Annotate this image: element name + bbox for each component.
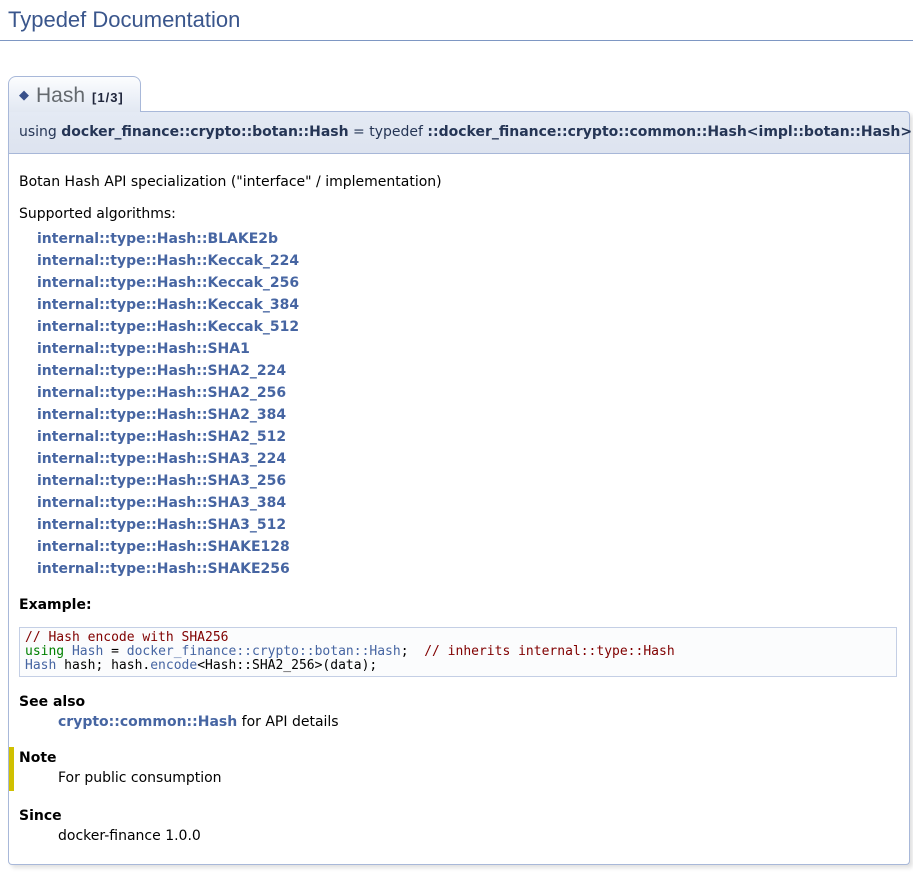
code-token: using (25, 644, 64, 659)
diamond-icon: ◆ (19, 87, 29, 102)
supported-algorithms-label: Supported algorithms: (19, 206, 897, 222)
member-tab-title: Hash (36, 84, 85, 107)
example-heading: Example: (19, 597, 897, 613)
algorithm-link[interactable]: internal::type::Hash::Keccak_384 (37, 294, 897, 316)
typedef-name: docker_finance::crypto::botan::Hash (61, 124, 348, 140)
see-also-section: See also crypto::common::Hash for API de… (19, 694, 897, 730)
using-keyword: using (19, 124, 61, 140)
algorithm-link[interactable]: internal::type::Hash::SHA3_256 (37, 470, 897, 492)
since-section: Since docker-finance 1.0.0 (19, 808, 897, 844)
code-token: <Hash::SHA2_256>(data); (197, 658, 377, 673)
member-overload-count: [1/3] (92, 90, 124, 105)
algorithm-link[interactable]: internal::type::Hash::SHA2_224 (37, 360, 897, 382)
typedef-target-type: ::docker_finance::crypto::common::Hash<i… (427, 124, 912, 140)
algorithm-link[interactable]: internal::type::Hash::SHA3_512 (37, 514, 897, 536)
algorithm-link[interactable]: internal::type::Hash::SHAKE256 (37, 558, 897, 580)
algorithm-link[interactable]: internal::type::Hash::SHAKE128 (37, 536, 897, 558)
algorithm-link[interactable]: internal::type::Hash::Keccak_512 (37, 316, 897, 338)
algorithm-link[interactable]: internal::type::Hash::Keccak_224 (37, 250, 897, 272)
since-text: docker-finance 1.0.0 (58, 828, 897, 844)
member-tab[interactable]: ◆ Hash [1/3] (8, 76, 141, 112)
algorithm-link[interactable]: internal::type::Hash::BLAKE2b (37, 228, 897, 250)
see-also-suffix: for API details (237, 714, 338, 730)
code-line: // Hash encode with SHA256 (25, 631, 891, 645)
algorithm-link[interactable]: internal::type::Hash::SHA1 (37, 338, 897, 360)
since-heading: Since (19, 808, 897, 824)
algorithm-link[interactable]: internal::type::Hash::SHA3_224 (37, 448, 897, 470)
page-title: Typedef Documentation (0, 0, 913, 41)
code-link[interactable]: Hash (72, 644, 103, 659)
algorithm-link[interactable]: internal::type::Hash::Keccak_256 (37, 272, 897, 294)
typedef-declaration: using docker_finance::crypto::botan::Has… (8, 111, 910, 154)
algorithm-link[interactable]: internal::type::Hash::SHA3_384 (37, 492, 897, 514)
member-item: using docker_finance::crypto::botan::Has… (8, 111, 910, 865)
algorithm-link[interactable]: internal::type::Hash::SHA2_256 (37, 382, 897, 404)
code-token: // Hash encode with SHA256 (25, 630, 229, 645)
equals-typedef: = typedef (349, 124, 428, 140)
code-token: hash; hash. (56, 658, 150, 673)
example-section: Example: (19, 597, 897, 613)
algorithm-list: internal::type::Hash::BLAKE2binternal::t… (37, 228, 897, 580)
code-fragment: // Hash encode with SHA256using Hash = d… (19, 627, 897, 677)
note-section: Note For public consumption (9, 747, 897, 791)
algorithm-link[interactable]: internal::type::Hash::SHA2_512 (37, 426, 897, 448)
note-text: For public consumption (58, 770, 897, 786)
code-line: Hash hash; hash.encode<Hash::SHA2_256>(d… (25, 659, 891, 673)
brief-description: Botan Hash API specialization ("interfac… (19, 174, 897, 190)
see-also-content: crypto::common::Hash for API details (58, 714, 897, 730)
code-token: = (103, 644, 126, 659)
code-token: ; (401, 644, 424, 659)
member-documentation: Botan Hash API specialization ("interfac… (8, 154, 910, 865)
see-also-heading: See also (19, 694, 897, 710)
code-token (64, 644, 72, 659)
see-also-link[interactable]: crypto::common::Hash (58, 714, 237, 730)
code-link[interactable]: docker_finance::crypto::botan::Hash (127, 644, 401, 659)
code-line: using Hash = docker_finance::crypto::bot… (25, 645, 891, 659)
code-link[interactable]: Hash (25, 658, 56, 673)
algorithm-link[interactable]: internal::type::Hash::SHA2_384 (37, 404, 897, 426)
code-token: // inherits internal::type::Hash (424, 644, 674, 659)
code-link[interactable]: encode (150, 658, 197, 673)
note-heading: Note (19, 750, 897, 766)
